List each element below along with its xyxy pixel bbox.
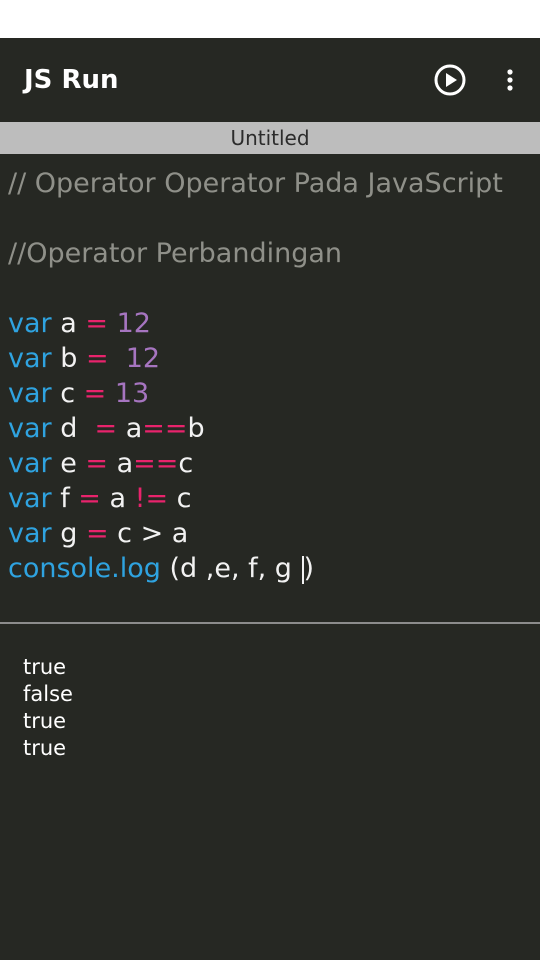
code-token: c > a xyxy=(108,518,189,549)
code-line[interactable]: var g = c > a xyxy=(8,516,188,551)
code-token: e xyxy=(51,448,86,479)
code-token: g xyxy=(51,518,86,549)
console-line: true xyxy=(23,736,67,760)
code-line[interactable]: var c = 13 xyxy=(8,376,149,411)
code-token: f xyxy=(51,483,79,514)
code-line[interactable]: // Operator Operator Pada JavaScript xyxy=(8,166,503,201)
more-vert-icon xyxy=(507,69,513,91)
code-line[interactable]: console.log (d ,e, f, g ) xyxy=(8,551,314,586)
console-line: false xyxy=(23,682,73,706)
code-line[interactable]: var a = 12 xyxy=(8,306,151,341)
file-tab[interactable]: Untitled xyxy=(0,122,540,154)
code-token: var xyxy=(8,483,52,514)
run-button[interactable] xyxy=(432,62,468,98)
code-token: ) xyxy=(303,553,315,584)
play-circle-icon xyxy=(434,64,466,96)
code-token: != xyxy=(134,483,169,514)
console-line: true xyxy=(23,655,67,679)
code-token: = xyxy=(83,378,107,409)
code-token: //Operator Perbandingan xyxy=(8,238,343,269)
console-line: true xyxy=(23,709,67,733)
code-editor[interactable]: // Operator Operator Pada JavaScript //Op… xyxy=(0,154,540,622)
code-token: == xyxy=(142,413,188,444)
file-tab-label: Untitled xyxy=(230,126,310,150)
code-token: d xyxy=(51,413,95,444)
code-token: (d ,e, f, g xyxy=(160,553,301,584)
code-token: == xyxy=(133,448,179,479)
code-token: c xyxy=(51,378,84,409)
code-line[interactable]: //Operator Perbandingan xyxy=(8,236,342,271)
code-token: var xyxy=(8,343,52,374)
code-line[interactable]: var e = a==c xyxy=(8,446,193,481)
code-token: var xyxy=(8,378,52,409)
code-token: var xyxy=(8,308,52,339)
console-output: true false true true xyxy=(0,624,540,960)
code-token: var xyxy=(8,518,52,549)
code-line[interactable]: var d = a==b xyxy=(8,411,205,446)
code-token: c xyxy=(168,483,192,514)
code-line[interactable]: var b = 12 xyxy=(8,341,160,376)
app-title: JS Run xyxy=(24,65,119,95)
code-line[interactable]: var f = a != c xyxy=(8,481,192,516)
code-token: = xyxy=(78,483,101,514)
code-token: var xyxy=(8,448,52,479)
code-token: 12 xyxy=(125,343,161,374)
more-options-button[interactable] xyxy=(496,62,524,98)
code-token: 12 xyxy=(116,308,151,339)
code-token: b xyxy=(51,343,86,374)
code-token: c xyxy=(178,448,194,479)
code-token: var xyxy=(8,413,52,444)
status-bar xyxy=(0,0,540,38)
code-token: b xyxy=(187,413,205,444)
app-bar: JS Run xyxy=(0,38,540,122)
code-token: = xyxy=(85,518,109,549)
code-token: = xyxy=(85,308,108,339)
code-token: = xyxy=(85,343,109,374)
code-token: console.log xyxy=(8,553,161,584)
code-token: a xyxy=(51,308,86,339)
code-token: 13 xyxy=(114,378,150,409)
code-token: // Operator Operator Pada JavaScript xyxy=(8,168,503,199)
code-token: a xyxy=(108,448,134,479)
code-token: a xyxy=(100,483,135,514)
code-token: = xyxy=(85,448,109,479)
code-token: a xyxy=(117,413,143,444)
code-token: = xyxy=(94,413,118,444)
